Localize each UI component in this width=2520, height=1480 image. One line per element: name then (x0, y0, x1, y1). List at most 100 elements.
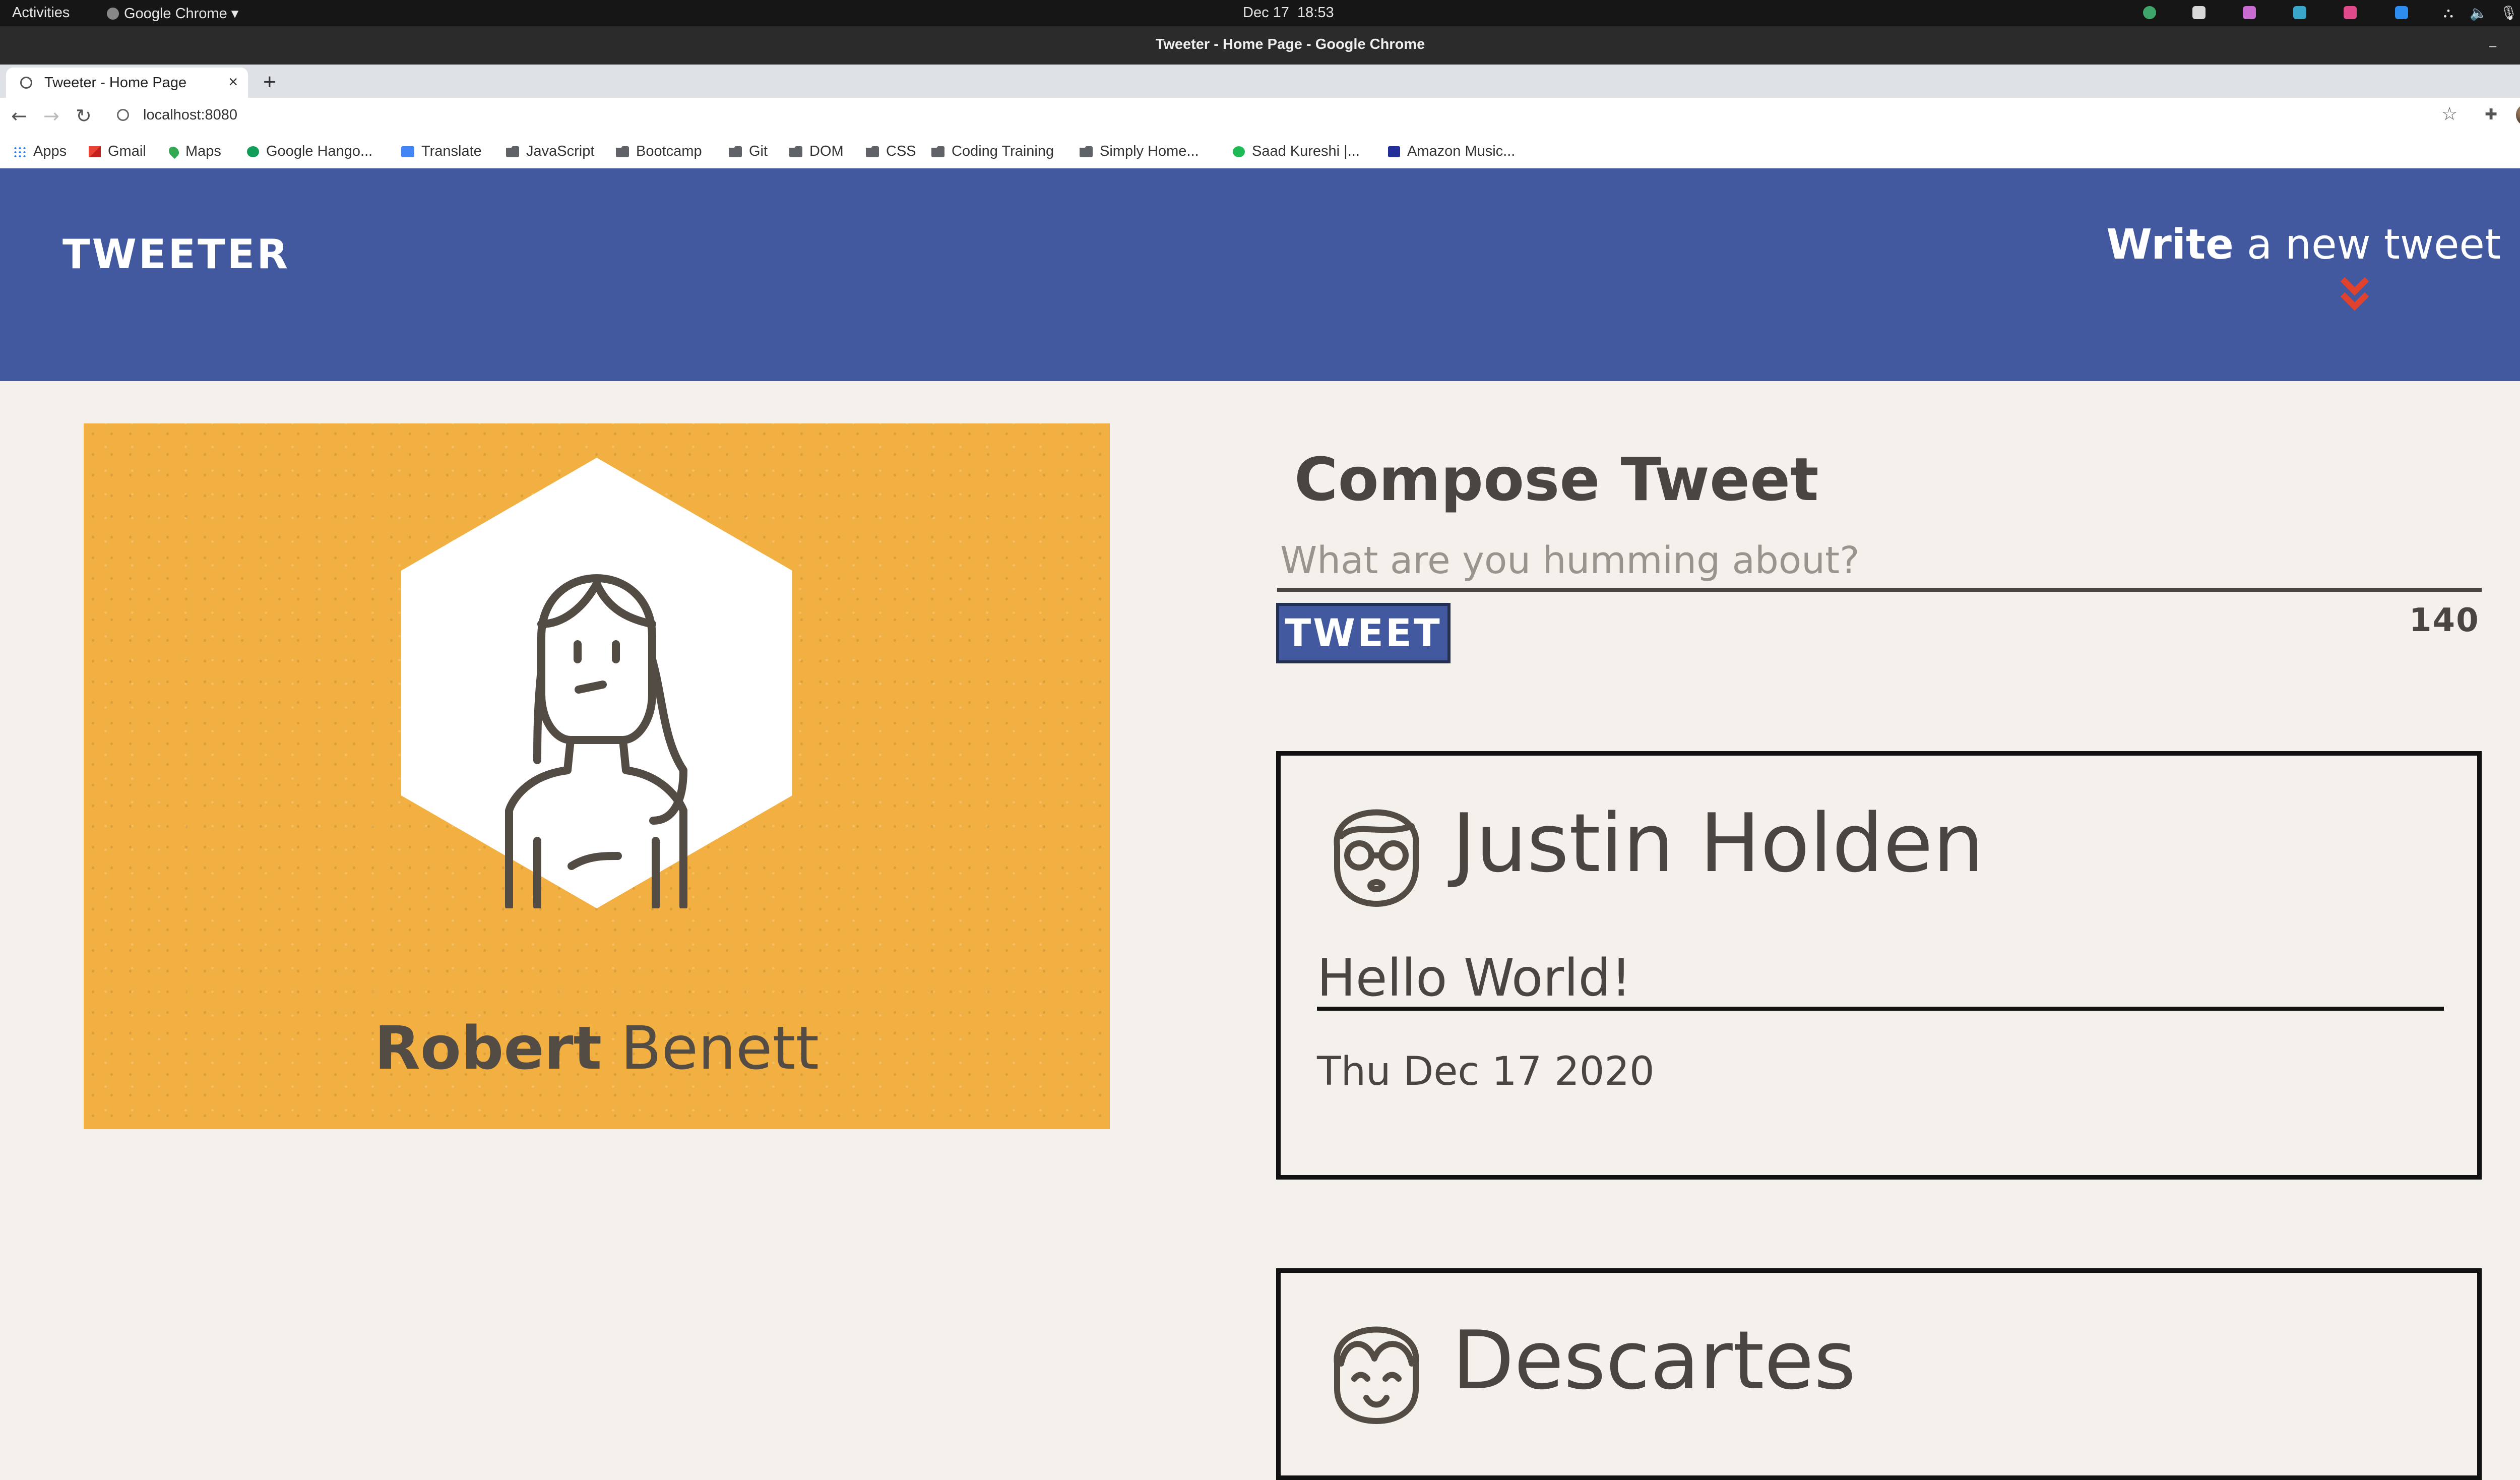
bookmark-apps[interactable]: Apps (13, 143, 67, 160)
volume-icon[interactable]: 🔈 (2470, 5, 2487, 21)
url-text: localhost:8080 (143, 107, 238, 123)
window-title-bar: Tweeter - Home Page - Google Chrome – ❐ … (0, 26, 2520, 65)
chrome-icon (107, 8, 119, 20)
restore-icon[interactable]: ❐ (2518, 35, 2520, 55)
apps-grid-icon (13, 146, 26, 157)
tweet-text-input[interactable] (1277, 533, 2482, 592)
clock-date: Dec 17 (1243, 5, 1289, 21)
forward-arrow-icon[interactable]: → (43, 105, 59, 127)
network-icon[interactable]: ⛬ (2443, 5, 2453, 21)
tab-tweeter-home[interactable]: Tweeter - Home Page × (6, 68, 248, 98)
tweet-author-name: Justin Holden (1452, 796, 1984, 890)
shield-tray-icon[interactable] (2143, 6, 2156, 19)
site-header: TWEETER Write a new tweet (0, 168, 2520, 381)
bookmark-folder-dom[interactable]: DOM (789, 143, 844, 160)
bookmark-folder-git[interactable]: Git (729, 143, 768, 160)
tweet-card: Descartes (1276, 1268, 2482, 1480)
double-chevron-down-icon[interactable] (2339, 276, 2371, 314)
man-glasses-avatar-icon (1334, 809, 1419, 907)
app-tray-icon[interactable] (2293, 6, 2306, 19)
profile-name: Robert Benett (84, 1013, 1110, 1083)
gmail-icon (89, 146, 101, 157)
bookmark-folder-css[interactable]: CSS (866, 143, 916, 160)
bookmark-label: JavaScript (526, 143, 595, 159)
window-title: Tweeter - Home Page - Google Chrome (1155, 36, 1425, 52)
address-bar[interactable]: localhost:8080 (107, 102, 2395, 130)
bookmark-label: Gmail (108, 143, 146, 159)
tab-strip: Tweeter - Home Page × + (0, 65, 2520, 98)
bookmark-label: Apps (33, 143, 67, 159)
profile-first-name: Robert (374, 1013, 602, 1083)
bookmark-label: Google Hango... (266, 143, 373, 159)
bookmark-gmail[interactable]: Gmail (89, 143, 146, 160)
folder-icon (1080, 146, 1093, 157)
compose-title: Compose Tweet (1294, 445, 1819, 514)
extensions-puzzle-icon[interactable]: ✚ (2485, 106, 2497, 124)
slack-tray-icon[interactable] (2243, 6, 2256, 19)
tweet-card: Justin Holden Hello World! Thu Dec 17 20… (1276, 751, 2482, 1180)
profile-last-name: Benett (620, 1013, 819, 1083)
activities-button[interactable]: Activities (12, 5, 70, 21)
site-logo[interactable]: TWEETER (62, 231, 290, 278)
bookmark-label: Coding Training (952, 143, 1054, 159)
woman-bangs-avatar-icon (1334, 1326, 1419, 1424)
profile-avatar-hexagon (401, 458, 792, 908)
amazon-music-icon (1388, 146, 1400, 157)
globe-icon (20, 77, 32, 89)
bookmarks-bar: Apps Gmail Maps Google Hango... Translat… (0, 135, 2520, 169)
tweet-author-name: Descartes (1452, 1313, 1856, 1407)
spotify-icon (1233, 146, 1245, 157)
discord-tray-icon[interactable] (2192, 6, 2206, 19)
folder-icon (866, 146, 879, 157)
bookmark-translate[interactable]: Translate (401, 143, 482, 160)
bookmark-label: Git (749, 143, 768, 159)
zoom-tray-icon[interactable] (2395, 6, 2408, 19)
color-tray-icon[interactable] (2344, 6, 2357, 19)
bookmark-label: CSS (886, 143, 916, 159)
back-arrow-icon[interactable]: ← (11, 105, 27, 127)
folder-icon (506, 146, 519, 157)
bookmark-folder-bootcamp[interactable]: Bootcamp (616, 143, 702, 160)
tweet-date: Thu Dec 17 2020 (1317, 1049, 1655, 1094)
translate-icon (401, 146, 414, 157)
bookmark-maps[interactable]: Maps (166, 143, 221, 160)
bookmark-label: DOM (809, 143, 844, 159)
tweet-submit-button[interactable]: TWEET (1276, 603, 1451, 663)
bookmark-label: Amazon Music... (1407, 143, 1516, 159)
bookmark-star-icon[interactable]: ☆ (2441, 104, 2458, 125)
hangouts-icon (247, 146, 259, 157)
profile-avatar[interactable] (2516, 104, 2520, 126)
bookmark-label: Bootcamp (636, 143, 702, 159)
site-info-icon[interactable] (117, 109, 129, 121)
nav-rest: a new tweet (2246, 221, 2501, 269)
folder-icon (789, 146, 802, 157)
bookmark-folder-simply-home[interactable]: Simply Home... (1080, 143, 1199, 160)
bookmark-label: Maps (185, 143, 221, 159)
navigation-toolbar: ← → ↻ localhost:8080 ☆ ✚ ⋮ (0, 98, 2520, 135)
close-tab-icon[interactable]: × (228, 73, 238, 91)
caret-down-icon: ▾ (231, 6, 239, 22)
bookmark-label: Simply Home... (1100, 143, 1199, 159)
bookmark-label: Saad Kureshi |... (1252, 143, 1360, 159)
folder-icon (616, 146, 629, 157)
bookmark-label: Translate (421, 143, 482, 159)
app-menu[interactable]: Google Chrome ▾ (107, 5, 238, 22)
system-top-bar: Activities Google Chrome ▾ Dec 17 18:53 … (0, 0, 2520, 26)
folder-icon (931, 146, 944, 157)
bookmark-folder-coding-training[interactable]: Coding Training (931, 143, 1054, 160)
bookmark-folder-javascript[interactable]: JavaScript (506, 143, 594, 160)
user-profile-card: Robert Benett (84, 423, 1110, 1129)
nav-bold: Write (2106, 221, 2234, 269)
minimize-icon[interactable]: – (2483, 35, 2503, 55)
bookmark-spotify[interactable]: Saad Kureshi |... (1233, 143, 1360, 160)
new-tab-icon[interactable]: + (263, 70, 276, 95)
tab-label: Tweeter - Home Page (44, 75, 187, 91)
reload-icon[interactable]: ↻ (76, 105, 92, 127)
tweet-text: Hello World! (1317, 948, 2444, 1011)
microphone-icon[interactable]: 🎙 (2500, 5, 2518, 21)
bookmark-amazon-music[interactable]: Amazon Music... (1388, 143, 1515, 160)
write-new-tweet-link[interactable]: Write a new tweet (2106, 221, 2501, 269)
clock-time: 18:53 (1297, 5, 1334, 21)
clock[interactable]: Dec 17 18:53 (1243, 5, 1334, 21)
bookmark-hangouts[interactable]: Google Hango... (247, 143, 372, 160)
